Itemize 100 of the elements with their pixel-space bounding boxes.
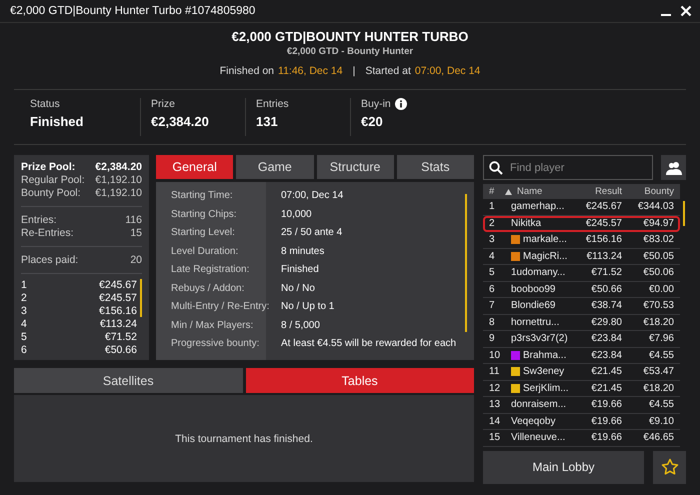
stat-label: Entries [256,98,289,110]
rank-cell-text: 8 [488,316,496,328]
info-value: Finished [281,264,320,277]
result-cell-text: €245.67 [584,201,622,212]
info-tab[interactable]: Structure [316,155,394,179]
separator: | [352,65,356,77]
player-name: Sw3eney [523,366,564,378]
finished-time: 11:46, Dec 14 [278,65,343,77]
info-value: No / No [281,282,316,296]
bounty-cell-text: €18.20 [642,316,675,328]
player-row[interactable]: 7 Blondie69 €38.74 €70.53 [483,298,680,314]
info-label: Starting Chips: [170,208,238,222]
stat-value: €20 [361,114,384,129]
tournament-subtitle: €2,000 GTD - Bounty Hunter [286,46,414,57]
player-name: Veqeqoby [511,416,556,427]
player-row[interactable]: 1 gamerhap... €245.67 €344.03 [483,199,680,216]
player-row[interactable]: 13 donraisem... €19.66 €4.55 [483,397,680,414]
bottom-tab[interactable]: Tables [246,368,474,393]
result-cell-text: €21.45 [590,382,622,394]
payout-place: 1 [21,279,27,292]
bounty-cell-text: €53.47 [642,366,675,378]
info-label: Late Registration: [170,264,250,277]
player-row[interactable]: 8 hornettru... €29.80 €18.20 [483,314,680,331]
column-header[interactable]: Result [574,186,622,197]
started-label: Started at [365,65,411,77]
payout-place: 4 [21,318,27,331]
result-cell-text: €21.45 [590,366,622,378]
player-name: hornettru... [511,316,560,328]
player-row[interactable]: 3 markale... €156.16 €83.02 [483,232,680,248]
rank-cell-text: 3 [488,234,496,246]
friends-button[interactable] [661,155,686,180]
player-row[interactable]: 6 booboo99 €50.66 €0.00 [483,282,680,298]
search-icon [489,161,503,175]
stat-value: €2,384.20 [151,114,210,129]
scrollbar[interactable] [465,194,467,332]
stat-label: Buy-in [361,98,391,110]
player-name: p3rs3v3r7(2) [511,333,568,344]
people-icon [666,160,682,174]
rank-cell-text: 7 [488,300,496,312]
main-lobby-button[interactable]: Main Lobby [483,450,644,484]
info-label: Starting Time: [170,190,234,203]
finished-label: Finished on [220,65,274,77]
started-time: 07:00, Dec 14 [414,65,480,77]
payout-amount: €156.16 [99,305,137,318]
column-header[interactable]: Bounty [622,186,680,197]
close-icon[interactable] [680,5,692,17]
scrollbar[interactable] [140,279,142,317]
player-row[interactable]: 11 Sw3eney €21.45 €53.47 [483,364,680,380]
player-row[interactable]: 10 Brahma... €23.84 €4.55 [483,348,680,364]
column-header[interactable]: Name [517,186,574,197]
bounty-cell-text: €50.05 [642,250,675,262]
info-value: 8 minutes [281,246,326,258]
column-header[interactable]: # [483,186,505,197]
bounty-cell-text: €50.06 [642,267,675,278]
prize-value: 20 [130,254,142,267]
bounty-cell-text: €4.55 [648,399,675,410]
bounty-cell-text: €7.96 [648,333,675,344]
result-cell-text: €29.80 [590,316,622,328]
player-name: markale... [523,234,567,246]
player-row[interactable]: 14 Veqeqoby €19.66 €9.10 [483,414,680,430]
info-tab[interactable]: Stats [396,155,474,179]
player-row[interactable]: 15 Villeneuve... €19.66 €46.65 [483,430,680,446]
info-label: Multi-Entry / Re-Entry: [170,301,266,314]
tournament-title: €2,000 GTD|BOUNTY HUNTER TURBO [230,29,470,44]
rank-cell-text: 14 [488,416,502,427]
result-cell-text: €23.84 [590,350,622,361]
bottom-tab[interactable]: Satellites [14,368,242,393]
stat-label: Status [30,98,60,110]
info-value: No / Up to 1 [281,301,336,314]
player-row[interactable]: 5 1udomany... €71.52 €50.06 [483,265,680,282]
info-icon[interactable] [394,98,407,110]
result-cell-text: €50.66 [590,284,622,295]
result-cell-text: €23.84 [590,333,622,344]
bounty-cell-text: €4.55 [648,350,675,361]
search-field[interactable]: Find player [483,155,653,180]
player-name: Brahma... [523,350,566,361]
player-row[interactable]: 4 MagicRi... €113.24 €50.05 [483,248,680,265]
info-tab[interactable]: General [156,155,234,179]
payout-amount: €71.52 [104,331,137,344]
player-row[interactable]: 12 SerjKlim... €21.45 €18.20 [483,380,680,397]
result-cell-text: €38.74 [590,300,622,312]
prize-value: €1,192.10 [95,187,142,200]
player-row[interactable]: 2 Nikitka €245.57 €94.97 [483,216,680,232]
payout-place: 6 [21,344,27,357]
player-row[interactable]: 9 p3rs3v3r7(2) €23.84 €7.96 [483,331,680,348]
info-tab[interactable]: Game [236,155,314,179]
scrollbar[interactable] [683,201,685,226]
prize-label: Prize Pool: [21,161,76,174]
player-name: Blondie69 [511,300,556,312]
rank-cell-text: 15 [488,432,502,444]
player-name: SerjKlim... [523,382,569,394]
info-label: Level Duration: [170,246,240,258]
player-name: MagicRi... [523,250,568,262]
player-name: 1udomany... [511,267,566,278]
sort-icon[interactable] [505,188,512,194]
rank-cell-text: 5 [488,267,496,278]
stat-value: Finished [30,114,84,129]
rank-cell-text: 4 [488,250,496,262]
favorite-button[interactable] [653,450,686,484]
bounty-cell-text: €9.10 [648,416,675,427]
